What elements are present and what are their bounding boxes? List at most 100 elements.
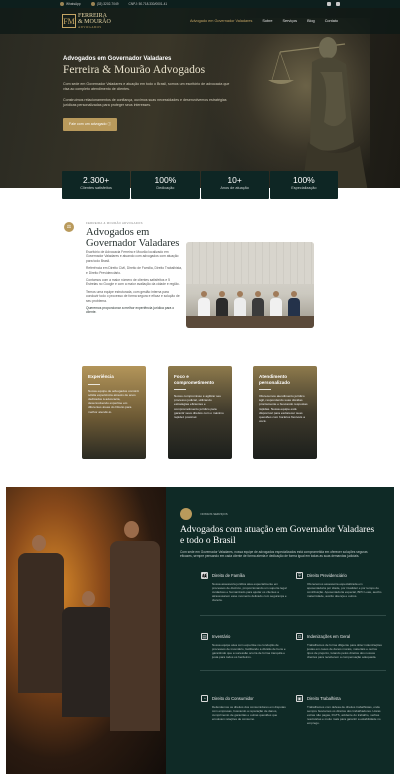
hero-kicker: Advogados em Governador Valadares [63, 56, 172, 62]
lawyer-image [110, 541, 160, 731]
services-kicker: NOSSOS SERVIÇOS [200, 511, 228, 516]
scales-icon [180, 507, 192, 520]
phone-link[interactable]: (33) 3202-7049 [90, 2, 119, 6]
document-icon: ▤ [201, 633, 208, 640]
services-title: Advogados com atuação em Governador Vala… [180, 525, 375, 546]
area-title: Inventário [212, 634, 231, 639]
family-icon: 👪 [201, 572, 208, 579]
nav-item-contact[interactable]: Contato [325, 19, 338, 23]
cnpj-text: CNPJ: 50.718.330/0001-41 [128, 2, 168, 6]
card-text: Oferecemos atendimento jurídico ágil, re… [259, 394, 308, 424]
top-bar: WhatsApp (33) 3202-7049 CNPJ: 50.718.330… [0, 0, 400, 8]
area-text: Defendemos os direitos dos consumidores … [212, 705, 286, 722]
feature-card-focus: Foco e comprometimento Nosso compromisso… [168, 366, 232, 459]
conference-table [186, 316, 314, 328]
area-text: Nossa equipe atua com expertise na condu… [212, 643, 286, 660]
area-consumer-law[interactable]: ◔ Direito do Consumidor Defendemos os dir… [201, 695, 287, 721]
area-title: Direito de Família [212, 573, 245, 578]
area-title: Direito Previdenciário [307, 573, 347, 578]
card-divider [174, 389, 186, 390]
feature-card-experience: Experiência Nossa equipe de advogados co… [82, 366, 146, 459]
stat-years: 10+ Anos de atuação [200, 171, 269, 199]
card-title: Experiência [88, 374, 114, 379]
card-divider [88, 383, 100, 385]
logo-sub: ADVOGADOS [78, 25, 102, 29]
stat-number: 100% [154, 175, 177, 185]
nav-item-services[interactable]: Serviços [283, 19, 298, 23]
briefcase-icon: ▣ [296, 695, 303, 702]
card-title: Foco e comprometimento [174, 374, 215, 385]
stat-number: 100% [293, 175, 315, 185]
hero-text: Advogados em Governador Valadares Ferrei… [63, 56, 243, 131]
whatsapp-link[interactable]: WhatsApp [60, 2, 81, 6]
section-divider [200, 670, 386, 671]
cta-button[interactable]: Fale com um advogado ⓘ [63, 118, 118, 131]
stat-specialization: 100% Especialização [269, 171, 338, 199]
area-title: Indenizações em Geral [307, 634, 351, 639]
about-paragraph: Escritório de Advocacia Ferreira e Mourã… [86, 250, 179, 263]
card-divider [259, 389, 271, 390]
scales-icon: ⚖ [296, 633, 303, 640]
stat-clients: 2.300+ Clientes satisfeitos [62, 171, 131, 199]
area-text: Trabalhamos com defesa de direitos traba… [307, 705, 381, 726]
stat-label: Dedicação [156, 186, 175, 190]
nav-item-blog[interactable]: Blog [307, 19, 315, 23]
about-paragraph: Contamos com a maior número de clientes … [86, 278, 180, 287]
hero-paragraph-2: Construímos relacionamentos de confiança… [63, 98, 227, 107]
area-labor-law[interactable]: ▣ Direito Trabalhista Trabalhamos com def… [296, 695, 382, 725]
area-text: Trabalhamos de forma diligente para obte… [307, 643, 382, 660]
lawyer-image [62, 607, 114, 717]
phone-number: (33) 3202-7049 [96, 2, 119, 6]
stat-number: 2.300+ [83, 175, 110, 185]
shield-icon: ⛨ [296, 572, 303, 579]
area-inheritance[interactable]: ▤ Inventário Nossa equipe atua com expert… [201, 633, 287, 659]
whatsapp-icon [60, 2, 64, 6]
area-indemnity[interactable]: ⚖ Indenizações em Geral Trabalhamos de fo… [296, 633, 382, 659]
lawyer-image [124, 521, 139, 538]
scales-icon: ⚖ [64, 222, 74, 232]
services-section: NOSSOS SERVIÇOS Advogados com atuação em… [6, 487, 394, 774]
card-text: Nosso compromisso é agilizar seu process… [174, 394, 224, 420]
logo-text: FERREIRA & MOURÃO ADVOGADOS [78, 13, 111, 29]
stat-dedication: 100% Dedicação [131, 171, 200, 199]
facebook-icon[interactable] [327, 2, 331, 6]
cnpj-info: CNPJ: 50.718.330/0001-41 [129, 2, 168, 6]
hero-title: Ferreira & Mourão Advogados [63, 64, 206, 76]
about-kicker: FERREIRA & MOURÃO ADVOGADOS [86, 221, 143, 225]
lawyer-image [82, 591, 95, 606]
stat-number: 10+ [227, 175, 242, 185]
nav-item-about[interactable]: Sobre [262, 19, 272, 23]
stats-bar: 2.300+ Clientes satisfeitos 100% Dedicaç… [62, 171, 338, 199]
card-title: Atendimento personalizado [259, 374, 290, 385]
instagram-icon[interactable] [336, 2, 340, 6]
area-text: Oferecemos assessoria especializada em a… [307, 582, 382, 599]
card-text: Nossa equipe de advogados constrói sólid… [88, 388, 139, 414]
logo[interactable]: FM FERREIRA & MOURÃO ADVOGADOS [62, 13, 111, 29]
main-nav: Advogado em Governador Valadares Sobre S… [190, 19, 338, 23]
stat-label: Clientes satisfeitos [80, 186, 112, 190]
section-divider [200, 615, 386, 616]
nav-item-home[interactable]: Advogado em Governador Valadares [190, 19, 252, 23]
lawyer-image [18, 553, 64, 693]
window-blinds [186, 242, 314, 284]
about-paragraph: Referência em Direito Civil, Direito de … [86, 266, 183, 275]
area-family-law[interactable]: 👪 Direito de Família Nossa assessoria jur… [201, 572, 287, 602]
hero-paragraph-1: Com sede em Governador Valadares e atuaç… [63, 82, 230, 91]
services-header: NOSSOS SERVIÇOS Advogados com atuação em… [180, 505, 380, 558]
area-social-security[interactable]: ⛨ Direito Previdenciário Oferecemos asses… [296, 572, 382, 598]
lawyers-photo [6, 487, 166, 774]
site-header: FM FERREIRA & MOURÃO ADVOGADOS Advogado … [0, 8, 400, 34]
cart-icon: ◔ [201, 695, 208, 702]
phone-icon [90, 2, 95, 6]
about-paragraph: Temos uma equipe estruturada, com gestão… [86, 289, 180, 303]
justice-statue-image [268, 37, 368, 188]
stat-label: Anos de atuação [220, 186, 249, 190]
whatsapp-label: WhatsApp [66, 2, 81, 6]
social-links [327, 2, 340, 6]
logo-mark: FM [62, 14, 76, 28]
team-photo [186, 242, 314, 328]
about-paragraph: Queremos proporcionar a melhor experiênc… [86, 306, 175, 315]
services-description: Com sede em Governador Valadares, nossa … [180, 550, 368, 559]
area-title: Direito do Consumidor [212, 696, 254, 701]
feature-card-service: Atendimento personalizado Oferecemos ate… [253, 366, 317, 459]
